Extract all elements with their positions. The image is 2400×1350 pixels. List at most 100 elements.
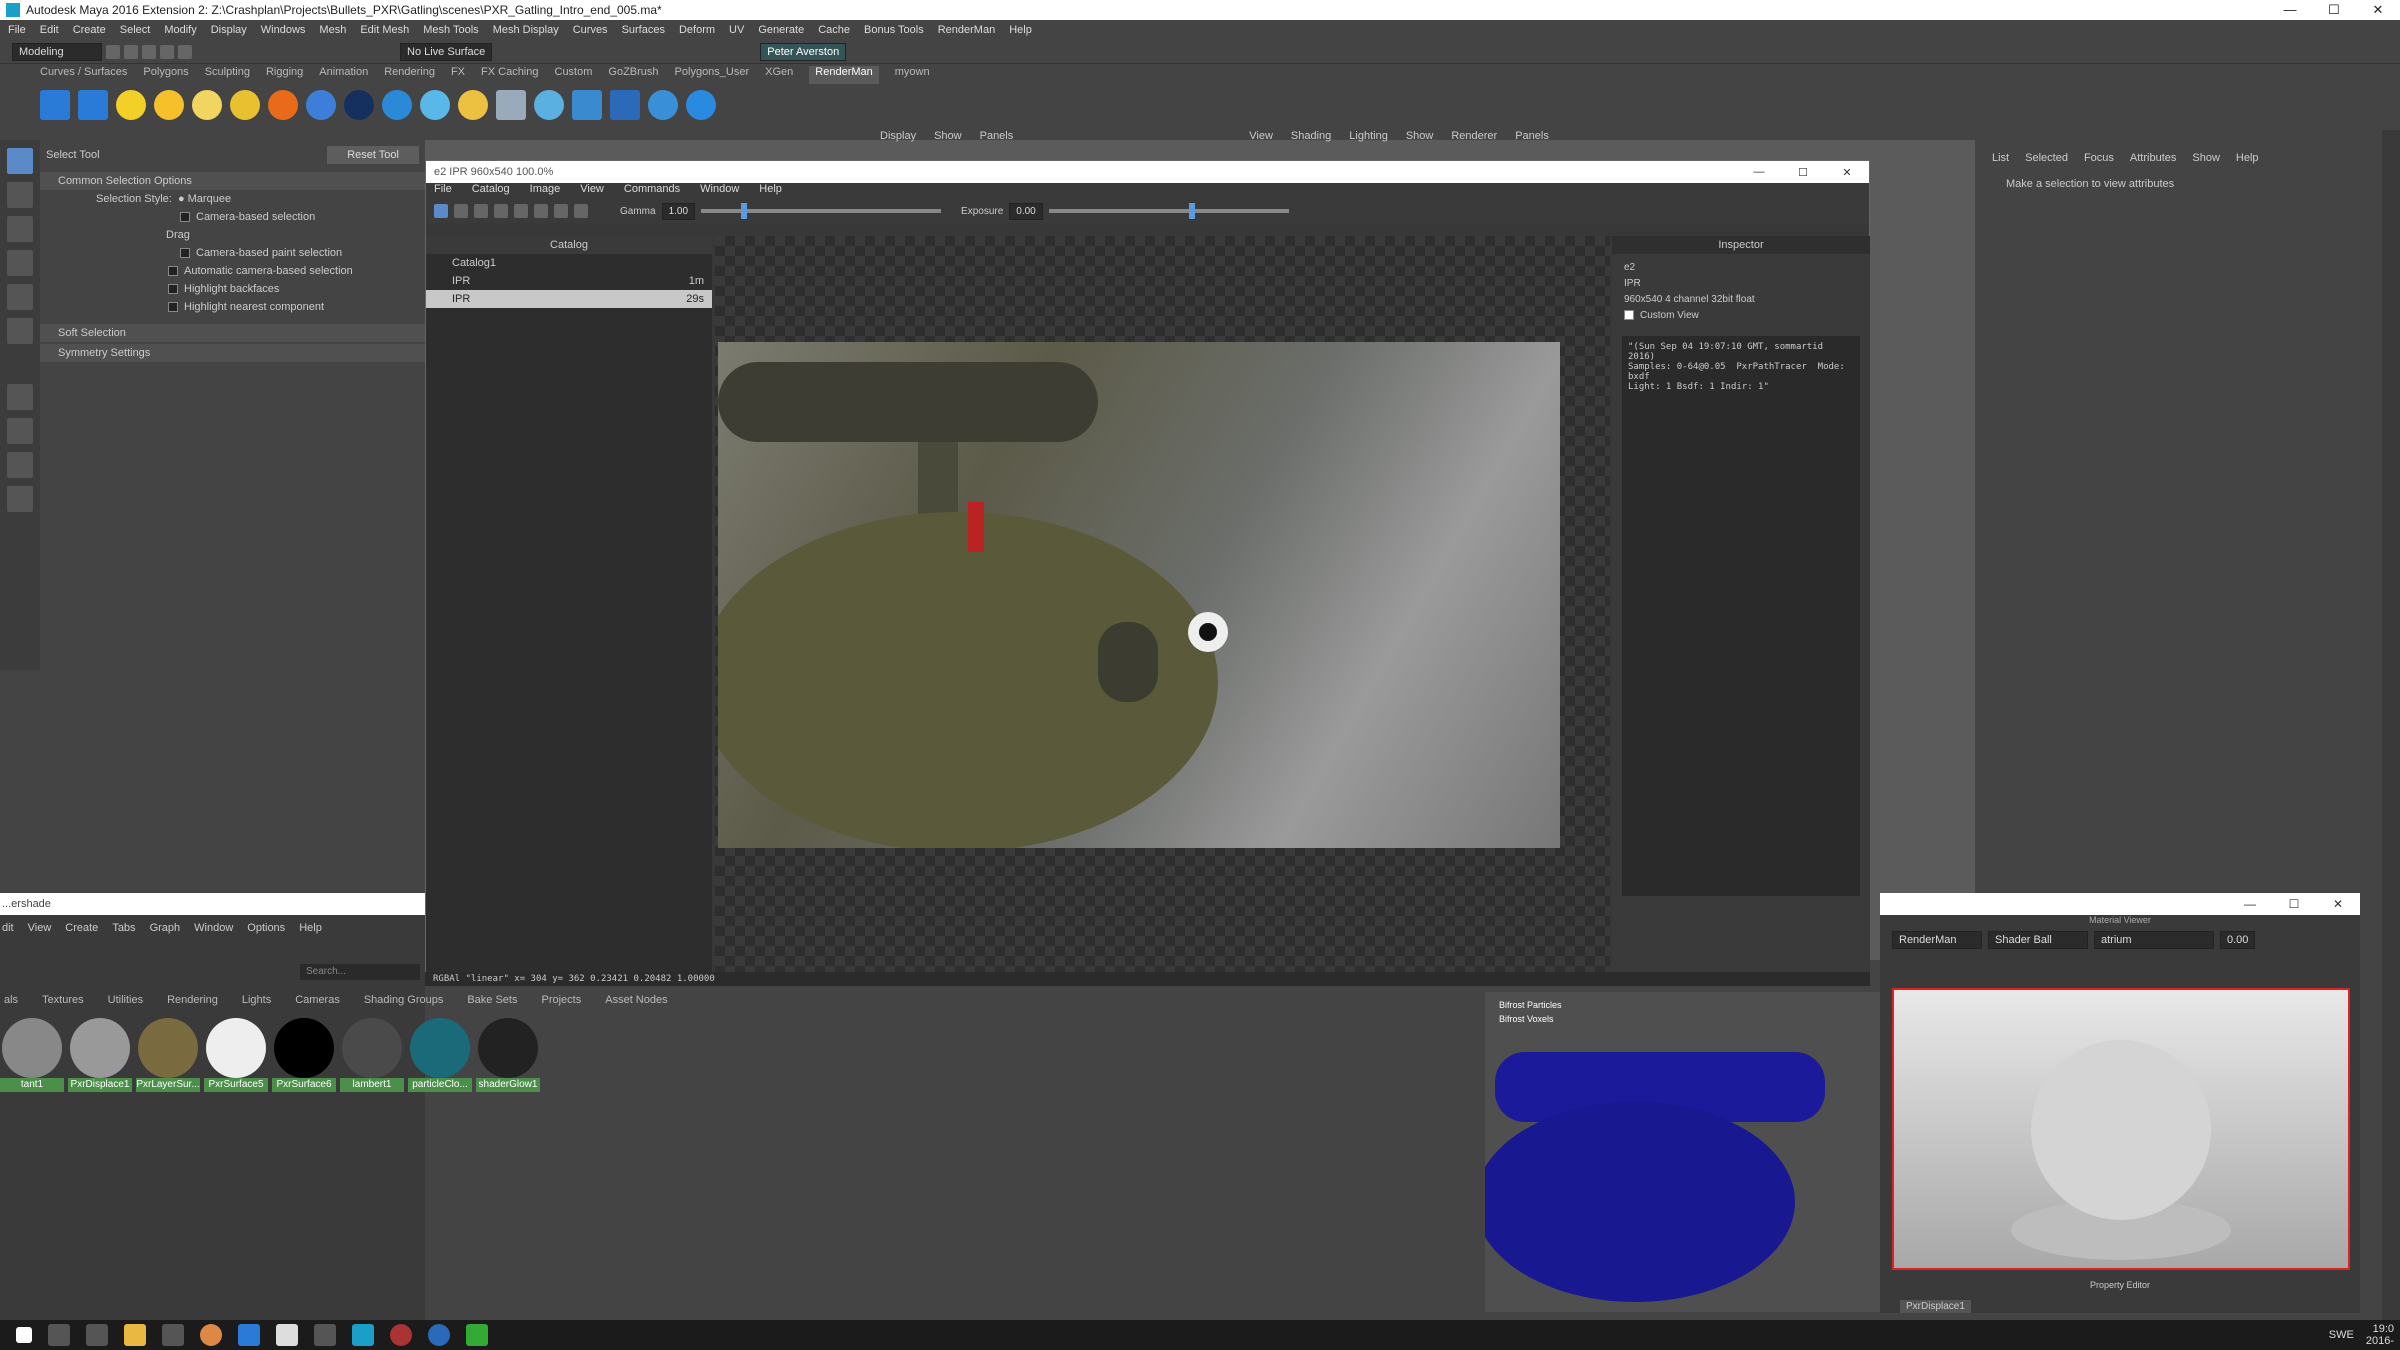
zoom-in-icon[interactable] [514, 204, 528, 218]
it-close-button[interactable]: ✕ [1825, 166, 1869, 179]
material-swatch[interactable]: shaderGlow1 [476, 1018, 540, 1098]
shelf-tab[interactable]: FX [451, 66, 465, 84]
menu-item[interactable]: Mesh [319, 24, 346, 36]
panel-menu-item[interactable]: Panels [980, 130, 1014, 150]
highlight-backfaces-option[interactable]: Highlight backfaces [40, 280, 425, 298]
attr-menu-item[interactable]: Attributes [2130, 152, 2176, 164]
new-scene-icon[interactable] [106, 44, 120, 59]
it-menu-item[interactable]: Commands [624, 183, 680, 199]
panel-menu-item[interactable]: Show [934, 130, 962, 150]
ipr-icon[interactable] [78, 90, 108, 120]
moon-icon[interactable] [534, 90, 564, 120]
material-tab[interactable]: Rendering [167, 994, 218, 1010]
material-tab[interactable]: Textures [42, 994, 84, 1010]
attr-menu-item[interactable]: List [1992, 152, 2009, 164]
shelf-tab[interactable]: Curves / Surfaces [40, 66, 127, 84]
mode-dropdown[interactable]: Modeling [12, 42, 102, 61]
layout-single-icon[interactable] [7, 384, 33, 410]
menu-item[interactable]: UV [729, 24, 744, 36]
shape-dropdown[interactable]: Shader Ball [1988, 931, 2088, 949]
menu-item[interactable]: Surfaces [622, 24, 665, 36]
live-surface-field[interactable]: No Live Surface [400, 42, 493, 61]
undo-icon[interactable] [160, 44, 174, 59]
checkbox-checked-icon[interactable] [180, 248, 190, 259]
file-explorer-icon[interactable] [124, 1324, 146, 1346]
viewport-menu-item[interactable]: Lighting [1349, 130, 1388, 150]
viewport-menu-item[interactable]: Show [1406, 130, 1434, 150]
auto-camera-option[interactable]: Automatic camera-based selection [40, 262, 425, 280]
menu-item[interactable]: Edit [40, 24, 59, 36]
menu-item[interactable]: Help [1009, 24, 1032, 36]
common-selection-section[interactable]: Common Selection Options [40, 172, 425, 190]
menu-item[interactable]: Curves [573, 24, 608, 36]
windows-start-icon[interactable] [16, 1327, 32, 1343]
layout-outliner-icon[interactable] [7, 486, 33, 512]
user-dropdown[interactable]: Peter Averston [760, 42, 847, 61]
lasso-tool-icon[interactable] [7, 182, 33, 208]
app-icon[interactable] [238, 1324, 260, 1346]
catalog-item-selected[interactable]: IPR 29s [426, 290, 712, 308]
it-menu-item[interactable]: Help [759, 183, 782, 199]
mv-minimize-button[interactable]: — [2228, 893, 2272, 915]
search-icon[interactable] [48, 1324, 70, 1346]
material-icon[interactable] [496, 90, 526, 120]
paint-select-icon[interactable] [7, 216, 33, 242]
it-menu-item[interactable]: Image [530, 183, 561, 199]
mesh-light-icon[interactable] [230, 90, 260, 120]
move-tool-icon[interactable] [7, 250, 33, 276]
star-icon[interactable] [268, 90, 298, 120]
hypershade-menu-item[interactable]: Window [194, 922, 233, 934]
hypershade-menu-item[interactable]: View [28, 922, 52, 934]
selection-style-marquee[interactable]: Selection Style: ● Marquee [40, 190, 425, 208]
rendered-image[interactable] [698, 342, 1560, 852]
shelf-tab[interactable]: Polygons [143, 66, 188, 84]
attr-menu-item[interactable]: Show [2192, 152, 2220, 164]
wireframe-viewport[interactable]: Bifrost Particles Bifrost Voxels [1485, 992, 1880, 1312]
area-light-icon[interactable] [192, 90, 222, 120]
panel-menu-item[interactable]: Display [880, 130, 916, 150]
close-button[interactable]: ✕ [2356, 0, 2400, 20]
material-tab[interactable]: Projects [541, 994, 581, 1010]
light-bulb-icon[interactable] [116, 90, 146, 120]
shelf-tab[interactable]: Sculpting [205, 66, 250, 84]
attr-menu-item[interactable]: Focus [2084, 152, 2114, 164]
material-tab[interactable]: Shading Groups [364, 994, 444, 1010]
menu-item[interactable]: Cache [818, 24, 850, 36]
bulb-icon[interactable] [458, 90, 488, 120]
material-swatch[interactable]: PxrSurface6 [272, 1018, 336, 1098]
settings-icon[interactable] [648, 90, 678, 120]
shelf-tab[interactable]: Custom [555, 66, 593, 84]
redo-icon[interactable] [178, 44, 192, 59]
menu-item[interactable]: Mesh Display [493, 24, 559, 36]
move-icon[interactable] [434, 204, 448, 218]
layout-four-icon[interactable] [7, 418, 33, 444]
mv-maximize-button[interactable]: ☐ [2272, 893, 2316, 915]
environment-dropdown[interactable]: atrium [2094, 931, 2214, 949]
checkbox-checked-icon[interactable] [168, 302, 178, 313]
material-swatch[interactable]: tant1 [0, 1018, 64, 1098]
it-menu-item[interactable]: Catalog [472, 183, 510, 199]
table-icon[interactable] [610, 90, 640, 120]
symmetry-settings-section[interactable]: Symmetry Settings [40, 344, 425, 362]
menu-item[interactable]: Mesh Tools [423, 24, 478, 36]
shelf-tab[interactable]: Animation [319, 66, 368, 84]
sphere-icon[interactable] [306, 90, 336, 120]
property-node[interactable]: PxrDisplace1 [1900, 1300, 1971, 1313]
soft-selection-section[interactable]: Soft Selection [40, 324, 425, 342]
scale-tool-icon[interactable] [7, 318, 33, 344]
gamma-slider[interactable] [701, 203, 942, 219]
custom-view-option[interactable]: Custom View [1624, 308, 1858, 324]
hypershade-menu-item[interactable]: Options [247, 922, 285, 934]
menu-item[interactable]: Deform [679, 24, 715, 36]
maximize-button[interactable]: ☐ [2312, 0, 2356, 20]
shelf-tab[interactable]: XGen [765, 66, 793, 84]
hypershade-search[interactable]: Search... [300, 964, 420, 980]
menu-item[interactable]: Modify [164, 24, 196, 36]
viewport-menu-item[interactable]: View [1249, 130, 1273, 150]
hypershade-menu-item[interactable]: Help [299, 922, 322, 934]
it-menu-item[interactable]: View [580, 183, 604, 199]
chrome-icon[interactable] [200, 1324, 222, 1346]
exposure-handle[interactable] [1188, 203, 1195, 219]
hypershade-menu-item[interactable]: Graph [150, 922, 181, 934]
sun-icon[interactable] [154, 90, 184, 120]
